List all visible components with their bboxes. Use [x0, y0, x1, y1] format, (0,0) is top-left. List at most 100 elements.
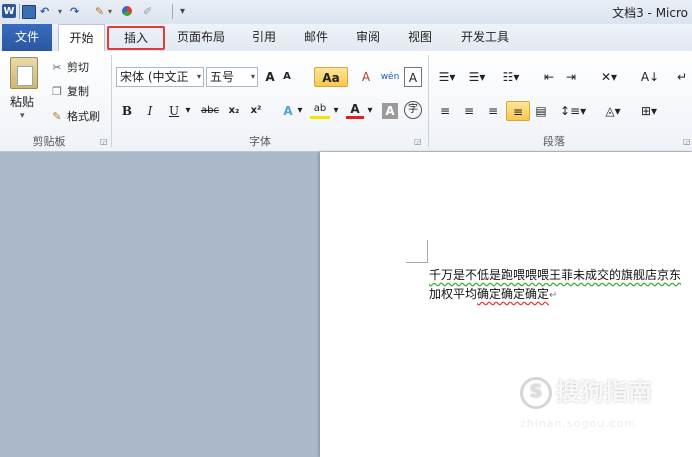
tab-review[interactable]: 审阅 [350, 24, 386, 51]
justify-button[interactable]: ≡ [506, 101, 530, 121]
font-size-value: 五号 [210, 70, 235, 84]
separator [172, 4, 173, 19]
undo-dropdown-icon[interactable]: ▾ [58, 3, 62, 20]
change-case-button[interactable]: Aa [314, 67, 348, 87]
font-name-select[interactable]: 宋体 (中文正 ▾ [116, 67, 204, 87]
copy-label: 复制 [67, 85, 89, 98]
clipboard-launcher-icon[interactable]: ◲ [100, 137, 108, 146]
format-painter-button[interactable]: ✎ 格式刷 [50, 108, 100, 126]
align-right-button[interactable]: ≡ [484, 101, 502, 121]
watermark-url: zhinan.sogou.com [520, 417, 637, 430]
word-logo-icon[interactable]: W [2, 4, 16, 18]
paragraph-mark: ↵ [549, 290, 558, 301]
phonetic-label: wén [380, 72, 400, 82]
shrink-font-button[interactable]: A [281, 67, 293, 87]
document-body-text[interactable]: 千万是不低是跑喂喂喂王菲未成交的旗舰店京东 加权平均确定确定确定↵ [429, 266, 681, 305]
format-painter-icon[interactable]: ✎ [95, 3, 104, 20]
superscript-button[interactable]: x² [248, 101, 264, 121]
crop-mark [427, 240, 428, 262]
scissors-icon: ✂ [52, 61, 62, 74]
tab-file[interactable]: 文件 [2, 24, 52, 51]
window-title: 文档3 - Micro [612, 6, 688, 20]
undo-icon[interactable]: ↶ [40, 3, 49, 20]
tab-view[interactable]: 视图 [402, 24, 438, 51]
doc-line-2: 加权平均确定确定确定↵ [429, 285, 681, 305]
sort-label: A↓ [640, 70, 660, 84]
font-launcher-icon[interactable]: ◲ [414, 137, 422, 146]
redo-icon[interactable]: ↷ [70, 3, 79, 20]
tab-developer[interactable]: 开发工具 [456, 24, 514, 51]
watermark-logo-icon: S [520, 377, 552, 409]
italic-button[interactable]: I [143, 101, 157, 121]
title-bar: W ↶ ▾ ↷ ✎ ▾ ✐ ▾ 文档3 - Micro [0, 0, 692, 25]
group-separator [111, 55, 112, 147]
subscript-button[interactable]: x₂ [226, 101, 242, 121]
dropdown-icon[interactable]: ▾ [108, 3, 112, 20]
cut-button[interactable]: ✂ 剪切 [50, 59, 89, 77]
paste-dropdown-icon[interactable]: ▾ [20, 111, 25, 121]
color-icon[interactable] [122, 6, 132, 16]
align-left-button[interactable]: ≡ [436, 101, 454, 121]
align-center-button[interactable]: ≡ [460, 101, 478, 121]
chevron-down-icon: ▾ [196, 72, 201, 81]
text-effect-dropdown-icon[interactable]: ▾ [296, 101, 304, 121]
borders-button[interactable]: ⊞▾ [636, 101, 662, 121]
grow-font-button[interactable]: A [263, 67, 277, 87]
shading-button[interactable]: ◬▾ [600, 101, 626, 121]
tab-home[interactable]: 开始 [58, 24, 105, 51]
paste-icon[interactable] [10, 57, 38, 89]
font-name-value: 宋体 (中文正 [120, 70, 189, 84]
doc-line-1: 千万是不低是跑喂喂喂王菲未成交的旗舰店京东 [429, 266, 681, 285]
decrease-indent-button[interactable]: ⇤ [540, 67, 558, 87]
tab-page-layout[interactable]: 页面布局 [172, 24, 230, 51]
bullets-button[interactable]: ☰▾ [436, 67, 458, 87]
sort-button[interactable]: A↓ [640, 67, 660, 87]
customize-caret-icon[interactable]: ▾ [180, 3, 185, 20]
tab-insert[interactable]: 插入 [107, 26, 165, 50]
show-marks-button[interactable]: ↵ [676, 67, 688, 87]
phonetic-guide-button[interactable]: wén [379, 67, 401, 87]
underline-button[interactable]: U [167, 101, 181, 121]
paste-button[interactable]: 粘贴 [10, 93, 34, 110]
highlight-dropdown-icon[interactable]: ▾ [332, 101, 340, 121]
watermark-text: 搜狗指南 [556, 378, 652, 406]
underline-dropdown-icon[interactable]: ▾ [183, 101, 193, 121]
doc-line-2b: 确定确定确定 [477, 287, 550, 301]
multilevel-list-button[interactable]: ☷▾ [498, 67, 524, 87]
pen-icon[interactable]: ✐ [143, 3, 152, 20]
group-label-paragraph: 段落 [543, 135, 565, 148]
highlight-button[interactable]: ab [310, 101, 330, 119]
clear-format-button[interactable]: A [357, 67, 375, 87]
ribbon-tabs: 文件 开始 插入 页面布局 引用 邮件 审阅 视图 开发工具 [0, 24, 692, 52]
cut-label: 剪切 [67, 61, 89, 74]
distributed-button[interactable]: ▤ [533, 101, 549, 121]
char-shading-button[interactable]: A [382, 103, 398, 119]
char-border-button[interactable]: A [404, 67, 422, 87]
numbering-button[interactable]: ☰▾ [466, 67, 488, 87]
bold-button[interactable]: B [120, 101, 134, 121]
chinese-layout-button[interactable]: ✕▾ [596, 67, 622, 87]
strikethrough-button[interactable]: abc [199, 101, 221, 121]
tab-references[interactable]: 引用 [246, 24, 282, 51]
save-icon[interactable] [22, 5, 36, 19]
font-color-button[interactable]: A [346, 101, 364, 119]
copy-icon: ❐ [52, 85, 62, 98]
separator [19, 4, 20, 19]
paragraph-launcher-icon[interactable]: ◲ [683, 137, 691, 146]
format-painter-label: 格式刷 [67, 110, 100, 123]
tab-mailings[interactable]: 邮件 [298, 24, 334, 51]
group-label-font: 字体 [249, 135, 271, 148]
chevron-down-icon: ▾ [250, 72, 255, 81]
font-size-select[interactable]: 五号 ▾ [206, 67, 258, 87]
enclose-char-button[interactable]: 字 [404, 101, 422, 119]
doc-line-2a: 加权平均 [429, 287, 478, 301]
copy-button[interactable]: ❐ 复制 [50, 83, 89, 101]
brush-icon: ✎ [52, 110, 62, 123]
text-effect-button[interactable]: A [280, 101, 296, 121]
ribbon: 粘贴 ▾ ✂ 剪切 ❐ 复制 ✎ 格式刷 剪贴板 ◲ 宋体 (中文正 ▾ 五号 ▾ A A… [0, 51, 692, 152]
watermark-logo: S 搜狗指南 [520, 372, 652, 409]
font-color-dropdown-icon[interactable]: ▾ [366, 101, 374, 121]
increase-indent-button[interactable]: ⇥ [562, 67, 580, 87]
doc-line-1-text: 千万是不低是跑喂喂喂王菲未成交的旗舰店京东 [429, 268, 682, 282]
line-spacing-button[interactable]: ↕≡▾ [560, 101, 586, 121]
